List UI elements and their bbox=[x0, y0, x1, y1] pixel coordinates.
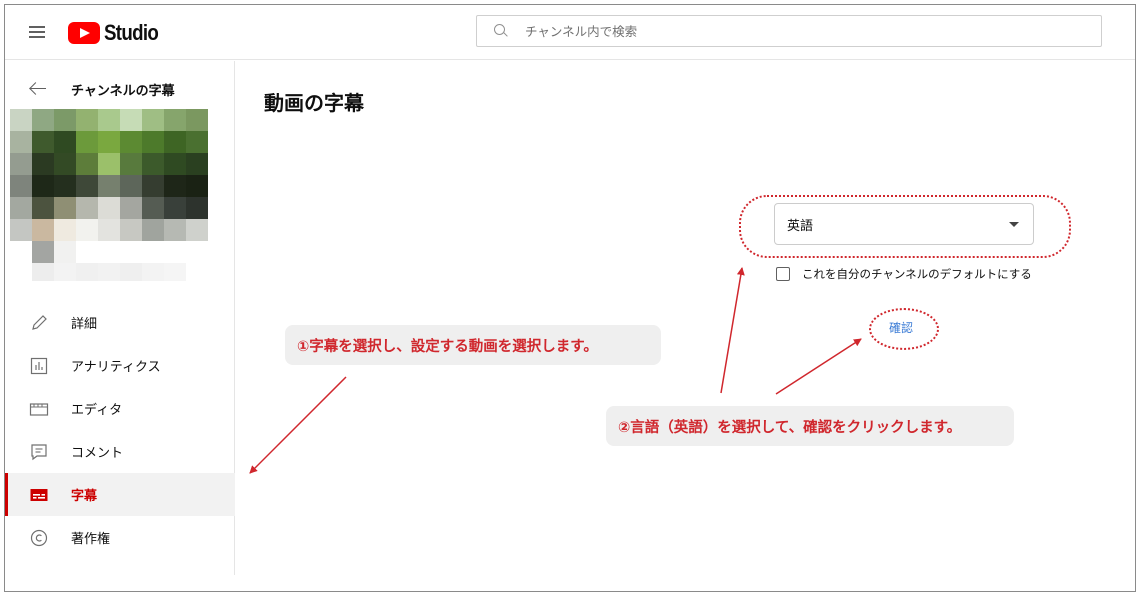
channel-avatar-pixelated bbox=[10, 109, 222, 284]
pixelated-avatar-image bbox=[10, 109, 208, 281]
chevron-down-icon bbox=[1009, 222, 1019, 227]
sidebar-item-details[interactable]: 詳細 bbox=[5, 301, 235, 344]
callout-step-1: ①字幕を選択し、設定する動画を選択します。 bbox=[285, 325, 661, 365]
language-select[interactable]: 英語 bbox=[774, 203, 1034, 245]
logo-text: Studio bbox=[104, 20, 159, 45]
page-title: 動画の字幕 bbox=[264, 91, 364, 115]
arrow-to-language-select bbox=[720, 267, 745, 394]
default-language-row: これを自分のチャンネルのデフォルトにする bbox=[776, 265, 1032, 283]
sidebar-item-label: 詳細 bbox=[71, 317, 98, 332]
comment-icon bbox=[31, 444, 47, 461]
back-arrow-icon[interactable] bbox=[29, 81, 47, 97]
studio-logo[interactable]: Studio bbox=[68, 18, 168, 48]
sidebar-item-label: エディタ bbox=[71, 403, 123, 418]
menu-icon[interactable] bbox=[25, 20, 49, 44]
sidebar-item-analytics[interactable]: アナリティクス bbox=[5, 344, 235, 387]
copyright-icon bbox=[30, 529, 48, 547]
analytics-icon bbox=[30, 357, 48, 375]
sidebar-item-label: コメント bbox=[71, 446, 124, 461]
confirm-button[interactable]: 確認 bbox=[889, 319, 913, 336]
default-checkbox-label: これを自分のチャンネルのデフォルトにする bbox=[802, 267, 1032, 281]
sidebar-item-label: 字幕 bbox=[71, 489, 98, 504]
top-bar: Studio bbox=[5, 5, 1135, 60]
subtitles-icon bbox=[30, 489, 48, 501]
callout-step-2: ②言語（英語）を選択して、確認をクリックします。 bbox=[606, 406, 1014, 446]
pencil-icon bbox=[32, 315, 47, 330]
sidebar-nav: 詳細 アナリティクス エディタ コメント 字幕 著作権 bbox=[5, 301, 235, 559]
channel-search[interactable] bbox=[476, 15, 1102, 47]
sidebar-item-subtitles[interactable]: 字幕 bbox=[5, 473, 235, 516]
sidebar: チャンネルの字幕 詳細 アナリティクス エディタ コメント 字幕 著作権 bbox=[5, 61, 235, 575]
arrow-to-subtitles bbox=[249, 376, 347, 474]
sidebar-item-label: 著作権 bbox=[71, 532, 111, 547]
arrow-to-confirm bbox=[775, 338, 862, 395]
search-input[interactable] bbox=[525, 23, 1085, 39]
sidebar-item-label: アナリティクス bbox=[71, 360, 161, 375]
search-icon bbox=[493, 23, 509, 39]
sidebar-back-row: チャンネルの字幕 bbox=[5, 75, 235, 103]
sidebar-item-editor[interactable]: エディタ bbox=[5, 387, 235, 430]
default-checkbox[interactable] bbox=[776, 267, 790, 281]
language-select-value: 英語 bbox=[787, 218, 814, 234]
youtube-play-icon bbox=[68, 22, 100, 44]
sidebar-item-copyright[interactable]: 著作権 bbox=[5, 516, 235, 559]
sidebar-item-comments[interactable]: コメント bbox=[5, 430, 235, 473]
screenshot-frame: Studio チャンネルの字幕 bbox=[4, 4, 1136, 592]
editor-icon bbox=[29, 403, 49, 416]
sidebar-title: チャンネルの字幕 bbox=[71, 84, 175, 99]
